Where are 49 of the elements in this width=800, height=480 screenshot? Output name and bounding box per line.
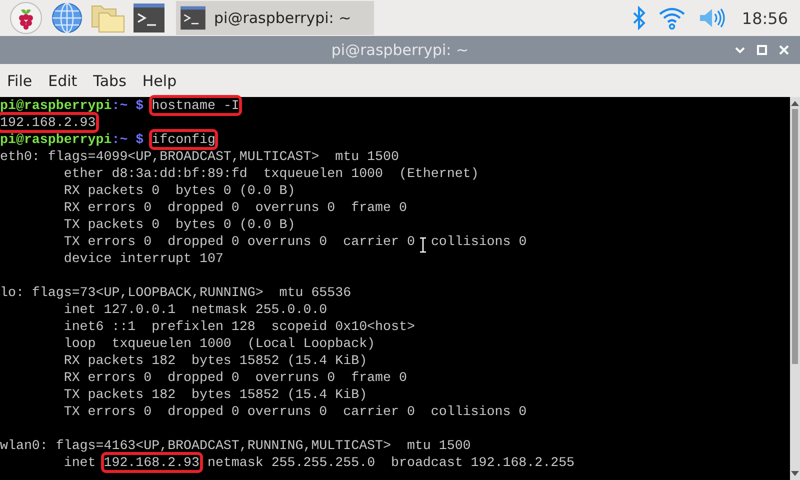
prompt-user: pi@raspberrypi [0, 98, 112, 113]
highlighted-output-text: 192.168.2.93 [0, 115, 96, 130]
menu-item[interactable]: File [7, 72, 32, 90]
highlighted-output-text: 192.168.2.93 [104, 455, 200, 470]
output-text: RX packets 0 bytes 0 (0.0 B) [62, 183, 296, 198]
bluetooth-icon[interactable] [632, 6, 646, 30]
output-text: inet 127.0.0.1 netmask 255.0.0.0 [62, 302, 328, 317]
prompt-symbol: :~ $ [112, 132, 144, 147]
prompt-symbol: :~ $ [112, 98, 144, 113]
output-text: lo: flags=73<UP,LOOPBACK,RUNNING> mtu 65536 [0, 285, 352, 300]
output-text: RX errors 0 dropped 0 overruns 0 frame 0 [62, 370, 407, 385]
output-text: ether d8:3a:dd:bf:89:fd txqueuelen 1000 (Ethernet) [62, 166, 479, 181]
output-text: inet [62, 455, 97, 470]
terminal-area[interactable] [0, 97, 800, 480]
output-text: TX packets 182 bytes 15852 (15.4 KiB) [62, 387, 368, 402]
output-text: TX packets 0 bytes 0 (0.0 B) [62, 217, 296, 232]
output-text: loop txqueuelen 1000 (Local Loopback) [62, 336, 376, 351]
globe-icon[interactable] [51, 2, 83, 34]
window-title: pi@raspberrypi: ~ [331, 41, 469, 59]
folder-icon[interactable] [91, 3, 125, 33]
output-text: eth0: flags=4099<UP,BROADCAST,MULTICAST> mtu 1500 [0, 149, 399, 164]
scrollbar[interactable] [790, 97, 800, 480]
clock[interactable]: 18:56 [742, 8, 788, 28]
scroll-down-icon[interactable] [791, 471, 799, 477]
output-text: device interrupt 107 [62, 251, 224, 266]
menu-item[interactable]: Edit [48, 72, 78, 90]
scroll-up-icon[interactable] [791, 100, 799, 106]
highlighted-command-text: ifconfig [152, 132, 216, 147]
output-text: RX errors 0 dropped 0 overruns 0 frame 0 [62, 200, 407, 215]
raspberry-menu-icon[interactable] [9, 1, 43, 35]
output-text: TX errors 0 dropped 0 overruns 0 carrier 0 collisions 0 [62, 404, 527, 419]
volume-icon[interactable] [698, 6, 726, 30]
maximize-icon[interactable] [756, 44, 768, 56]
output-text: RX packets 182 bytes 15852 (15.4 KiB) [62, 353, 368, 368]
output-text: TX errors 0 dropped 0 overruns 0 carrier 0 [62, 234, 415, 249]
taskbar-window-button[interactable]: pi@raspberrypi: ~ [176, 1, 374, 35]
prompt-user: pi@raspberrypi [0, 132, 112, 147]
menu-item[interactable]: Help [142, 72, 177, 90]
output-text: wlan0: flags=4163<UP,BROADCAST,RUNNING,MULTICAST> mtu 1500 [0, 438, 471, 453]
terminal-icon [180, 6, 206, 30]
wifi-icon[interactable] [658, 6, 686, 30]
close-icon[interactable] [778, 44, 790, 56]
scrollbar-thumb[interactable] [792, 109, 798, 364]
output-text: netmask 255.255.255.0 broadcast 192.168.2.255 [206, 455, 575, 470]
highlighted-command-text: hostname -I [152, 98, 240, 113]
menu-item[interactable]: Tabs [93, 72, 126, 90]
output-text: collisions 0 [430, 234, 527, 249]
output-text: inet6 ::1 prefixlen 128 scopeid 0x10<host> [62, 319, 415, 334]
terminal-icon[interactable] [133, 3, 165, 33]
